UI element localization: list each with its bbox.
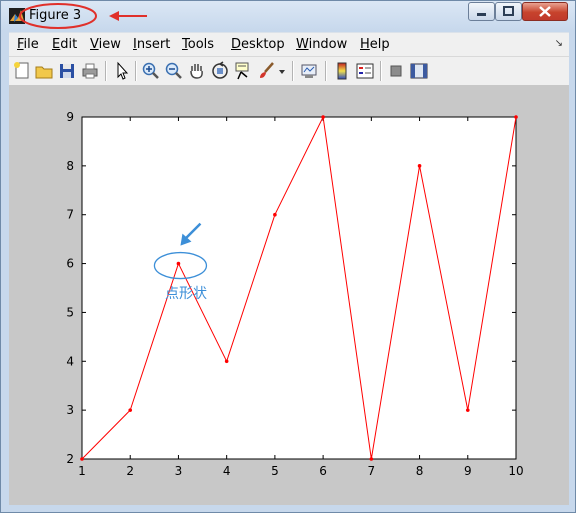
menu-access-key: H: [360, 37, 370, 52]
menu-tools[interactable]: Tools: [182, 37, 214, 52]
menu-help[interactable]: Help: [360, 37, 390, 52]
x-tick-label: 1: [78, 464, 86, 478]
select-arrow-icon[interactable]: [112, 61, 132, 81]
menu-edit[interactable]: Edit: [52, 37, 77, 52]
zoom-in-icon[interactable]: [141, 61, 161, 81]
figure-canvas[interactable]: 1 2 3 4 5 6 7 8 9 10 2 3 4 5 6 7 8 9 点形状: [9, 85, 569, 505]
y-tick-label: 4: [66, 354, 74, 368]
toolbar-separator: [380, 61, 382, 81]
menu-access-key: E: [52, 37, 61, 52]
y-tick-label: 9: [66, 110, 74, 124]
figure-toolbar: [9, 56, 569, 86]
dock-arrow-icon[interactable]: ↘: [555, 38, 563, 49]
x-tick-label: 10: [508, 464, 523, 478]
x-tick-label: 3: [175, 464, 183, 478]
y-tick-label: 5: [66, 305, 74, 319]
maximize-icon: [503, 6, 514, 16]
menu-label-rest: dit: [60, 37, 78, 52]
data-point: [80, 457, 84, 461]
menu-label-rest: iew: [98, 37, 121, 52]
x-tick-label: 8: [416, 464, 424, 478]
toolbar-separator: [135, 61, 137, 81]
print-icon[interactable]: [80, 61, 100, 81]
x-tick-label: 4: [223, 464, 231, 478]
menu-access-key: V: [90, 37, 99, 52]
y-tick-label: 7: [66, 208, 74, 222]
colorbar-icon[interactable]: [332, 61, 352, 81]
close-icon: [539, 6, 551, 17]
menu-bar: File Edit View Insert Tools Desktop Wind…: [9, 32, 569, 56]
data-point: [417, 164, 422, 168]
menu-file[interactable]: File: [17, 37, 39, 52]
data-point: [176, 261, 181, 266]
menu-desktop[interactable]: Desktop: [231, 37, 285, 52]
x-tick-label: 5: [271, 464, 279, 478]
menu-label-rest: nsert: [136, 37, 171, 52]
annotation-text: 点形状: [165, 286, 207, 302]
menu-insert[interactable]: Insert: [133, 37, 170, 52]
new-figure-icon[interactable]: [12, 61, 32, 81]
data-point: [224, 359, 229, 364]
data-point: [369, 457, 374, 461]
menu-label-rest: ools: [187, 37, 215, 52]
title-highlight-mark: [19, 3, 147, 29]
show-plot-tools-icon[interactable]: [409, 61, 429, 81]
menu-access-key: W: [296, 37, 309, 52]
x-tick-label: 2: [126, 464, 134, 478]
rotate-3d-icon[interactable]: [210, 61, 230, 81]
legend-icon[interactable]: [355, 61, 375, 81]
y-tick-label: 6: [66, 257, 74, 271]
zoom-out-icon[interactable]: [164, 61, 184, 81]
link-plot-icon[interactable]: [299, 61, 319, 81]
close-button[interactable]: [522, 2, 568, 21]
data-point: [321, 115, 325, 119]
pan-hand-icon[interactable]: [187, 61, 207, 81]
data-cursor-icon[interactable]: [233, 61, 253, 81]
figure-window: Figure 3 File Edit View Insert Tools Des…: [0, 0, 576, 513]
data-point: [514, 115, 518, 119]
minimize-icon: [477, 13, 486, 16]
hide-plot-tools-icon[interactable]: [386, 61, 406, 81]
menu-label-rest: elp: [369, 37, 390, 52]
x-tick-label: 6: [319, 464, 327, 478]
toolbar-separator: [325, 61, 327, 81]
x-tick-label: 9: [464, 464, 472, 478]
y-tick-label: 3: [66, 403, 74, 417]
minimize-button[interactable]: [468, 2, 495, 21]
toolbar-separator: [292, 61, 294, 81]
y-tick-label: 8: [66, 159, 74, 173]
menu-view[interactable]: View: [90, 37, 121, 52]
data-point: [128, 408, 133, 412]
menu-access-key: D: [231, 37, 242, 52]
axes-box: [81, 116, 517, 460]
menu-window[interactable]: Window: [296, 37, 347, 52]
menu-label-rest: ile: [23, 37, 39, 52]
line-chart: 1 2 3 4 5 6 7 8 9 1023456789: [66, 110, 523, 478]
save-icon[interactable]: [57, 61, 77, 81]
open-file-icon[interactable]: [34, 61, 54, 81]
y-tick-label: 2: [66, 452, 74, 466]
brush-dropdown-icon[interactable]: [277, 61, 287, 81]
menu-label-rest: indow: [308, 37, 348, 52]
data-point: [273, 212, 277, 217]
menu-label-rest: esktop: [241, 37, 285, 52]
title-bar[interactable]: Figure 3: [1, 1, 575, 31]
x-tick-label: 7: [368, 464, 376, 478]
toolbar-separator: [105, 61, 107, 81]
maximize-button[interactable]: [495, 2, 522, 21]
data-point: [465, 408, 470, 412]
brush-icon[interactable]: [257, 61, 277, 81]
